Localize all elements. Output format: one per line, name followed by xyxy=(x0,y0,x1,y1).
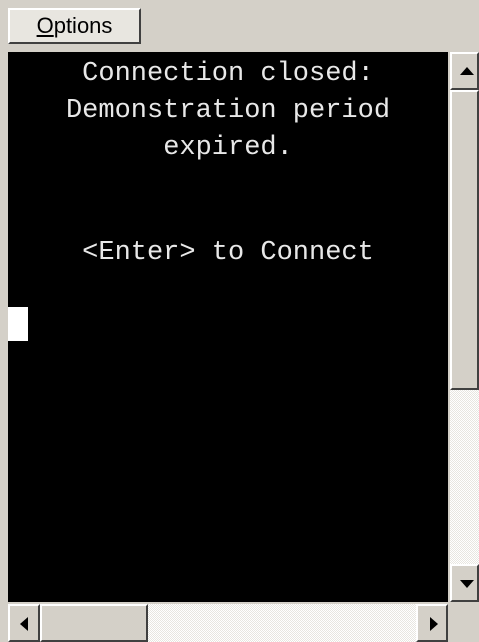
status-line-connection-closed: Connection closed: xyxy=(82,59,374,89)
terminal-app-window: Options Connection closed: Demonstration… xyxy=(0,0,479,642)
scroll-right-button[interactable] xyxy=(416,604,448,642)
connect-prompt: <Enter> to Connect xyxy=(82,238,374,268)
status-line-expired: expired. xyxy=(163,133,293,163)
arrow-right-icon xyxy=(430,617,438,631)
arrow-up-icon xyxy=(460,67,474,75)
scroll-down-button[interactable] xyxy=(450,564,479,602)
vertical-scrollbar[interactable] xyxy=(450,52,479,602)
options-menu-label: ptions xyxy=(53,13,113,38)
size-grip xyxy=(450,604,479,642)
options-menu-hotkey: O xyxy=(36,13,54,38)
horizontal-scroll-track[interactable] xyxy=(148,604,416,642)
horizontal-scrollbar[interactable] xyxy=(8,604,448,642)
scroll-left-button[interactable] xyxy=(8,604,40,642)
terminal-screen[interactable]: Connection closed: Demonstration period … xyxy=(8,52,448,602)
scroll-up-button[interactable] xyxy=(450,52,479,90)
status-line-demo-expired: Demonstration period xyxy=(65,96,391,126)
arrow-left-icon xyxy=(20,617,28,631)
terminal-cursor xyxy=(8,307,28,341)
vertical-scroll-thumb[interactable] xyxy=(450,90,479,390)
options-menu-button[interactable]: Options xyxy=(8,8,141,44)
menu-bar: Options xyxy=(0,0,479,50)
arrow-down-icon xyxy=(460,580,474,588)
vertical-scroll-track[interactable] xyxy=(450,390,479,564)
horizontal-scroll-thumb[interactable] xyxy=(40,604,148,642)
